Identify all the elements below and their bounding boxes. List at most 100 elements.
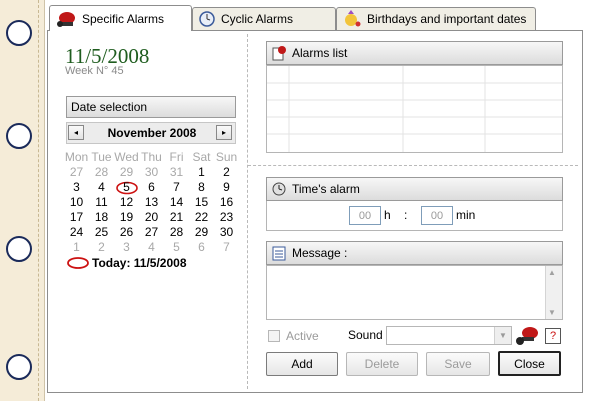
calendar-day[interactable]: 23 <box>214 210 239 224</box>
calendar-day[interactable]: 1 <box>189 165 214 179</box>
calendar-day[interactable]: 11 <box>89 195 114 209</box>
close-button[interactable]: Close <box>498 351 561 376</box>
active-label: Active <box>286 329 319 343</box>
weekday-header: Wed <box>114 150 139 164</box>
week-number: Week N° 45 <box>65 65 124 77</box>
weekday-header: Fri <box>169 150 184 164</box>
calendar-day-selected[interactable]: 5 <box>114 180 139 194</box>
save-button[interactable]: Save <box>426 352 490 376</box>
calendar-day[interactable]: 1 <box>64 240 89 254</box>
hours-input[interactable]: 00 <box>349 206 381 225</box>
calendar-day[interactable]: 4 <box>139 240 164 254</box>
alarms-list-header: Alarms list <box>266 41 563 65</box>
calendar-day[interactable]: 18 <box>89 210 114 224</box>
calendar-day[interactable]: 12 <box>114 195 139 209</box>
message-header: Message : <box>266 241 563 265</box>
calendar-day[interactable]: 9 <box>214 180 239 194</box>
binder-dashed-line <box>38 0 39 401</box>
calendar-day[interactable]: 2 <box>89 240 114 254</box>
binder-ring <box>6 354 32 380</box>
weekday-header: Sun <box>215 150 238 164</box>
times-alarm-header: Time's alarm <box>266 177 563 201</box>
minutes-input[interactable]: 00 <box>421 206 453 225</box>
calendar-day[interactable]: 30 <box>139 165 164 179</box>
calendar-day[interactable]: 3 <box>114 240 139 254</box>
calendar-day[interactable]: 21 <box>164 210 189 224</box>
weekday-header: Thu <box>141 150 162 164</box>
delete-button[interactable]: Delete <box>346 352 418 376</box>
scroll-up-icon[interactable]: ▲ <box>548 268 556 277</box>
calendar-day[interactable]: 29 <box>189 225 214 239</box>
clock-icon <box>199 11 215 27</box>
calendar-day[interactable]: 28 <box>164 225 189 239</box>
tab-birthdays[interactable]: Birthdays and important dates <box>336 7 536 30</box>
today-link[interactable]: Today: 11/5/2008 <box>92 256 187 270</box>
calendar-day[interactable]: 2 <box>214 165 239 179</box>
calendar-day[interactable]: 28 <box>89 165 114 179</box>
scroll-down-icon[interactable]: ▼ <box>548 308 556 317</box>
calendar-day[interactable]: 31 <box>164 165 189 179</box>
message-title: Message : <box>292 246 348 260</box>
tab-cyclic-alarms[interactable]: Cyclic Alarms <box>192 7 336 30</box>
notepad-icon <box>272 246 286 261</box>
alarm-list-icon <box>272 46 286 61</box>
active-checkbox[interactable] <box>268 330 280 342</box>
calendar-day[interactable]: 16 <box>214 195 239 209</box>
chevron-down-icon[interactable]: ▼ <box>494 327 511 344</box>
calendar-day[interactable]: 24 <box>64 225 89 239</box>
calendar-day[interactable]: 30 <box>214 225 239 239</box>
message-textarea[interactable]: ▲ ▼ <box>266 265 563 320</box>
alarms-list-title: Alarms list <box>292 46 348 60</box>
alarms-list-table[interactable] <box>266 65 563 153</box>
add-button[interactable]: Add <box>266 352 338 376</box>
calendar-day[interactable]: 13 <box>139 195 164 209</box>
alarms-list-grid <box>267 66 562 152</box>
message-scrollbar[interactable]: ▲ ▼ <box>545 266 562 319</box>
binder-ring <box>6 236 32 262</box>
weekday-header: Tue <box>91 150 112 164</box>
calendar-day[interactable]: 3 <box>64 180 89 194</box>
binder-ring <box>6 20 32 46</box>
binder-ring <box>6 123 32 149</box>
date-selection-header: Date selection <box>66 96 236 118</box>
calendar-day[interactable]: 26 <box>114 225 139 239</box>
calendar-day[interactable]: 25 <box>89 225 114 239</box>
hours-unit: h <box>384 208 391 222</box>
calendar-day[interactable]: 7 <box>164 180 189 194</box>
minutes-unit: min <box>456 208 476 222</box>
calendar-day[interactable]: 7 <box>214 240 239 254</box>
calendar-day[interactable]: 27 <box>64 165 89 179</box>
tab-specific-alarms[interactable]: Specific Alarms <box>49 5 192 31</box>
clock-icon <box>272 182 286 196</box>
calendar-day[interactable]: 22 <box>189 210 214 224</box>
next-month-button[interactable]: ▸ <box>216 125 232 140</box>
calendar-day[interactable]: 6 <box>189 240 214 254</box>
calendar-day[interactable]: 15 <box>189 195 214 209</box>
weekday-header: Sat <box>192 150 211 164</box>
calendar-day[interactable]: 27 <box>139 225 164 239</box>
times-alarm-box <box>266 201 563 231</box>
calendar-day[interactable]: 14 <box>164 195 189 209</box>
tab-label: Birthdays and important dates <box>367 12 527 26</box>
today-marker-icon <box>67 257 89 269</box>
calendar-day[interactable]: 10 <box>64 195 89 209</box>
calendar-day[interactable]: 5 <box>164 240 189 254</box>
sound-select[interactable]: ▼ <box>386 326 512 345</box>
help-button[interactable]: ? <box>545 328 561 344</box>
time-separator: : <box>404 208 408 222</box>
calendar-day[interactable]: 8 <box>189 180 214 194</box>
calendar-day[interactable]: 19 <box>114 210 139 224</box>
prev-month-button[interactable]: ◂ <box>68 125 84 140</box>
times-alarm-title: Time's alarm <box>292 182 360 196</box>
calendar-day[interactable]: 29 <box>114 165 139 179</box>
calendar-grid: Mon Tue Wed Thu Fri Sat Sun 27 28 29 30 31 1 2 3 4 5 6 7 8 9… <box>64 150 240 254</box>
calendar-day[interactable]: 17 <box>64 210 89 224</box>
calendar-day[interactable]: 20 <box>139 210 164 224</box>
calendar-day[interactable]: 4 <box>89 180 114 194</box>
tab-label: Cyclic Alarms <box>221 12 294 26</box>
calendar-day[interactable]: 6 <box>139 180 164 194</box>
sound-alarm-icon[interactable] <box>514 324 540 348</box>
birthday-icon <box>345 10 361 27</box>
tab-label: Specific Alarms <box>82 11 165 26</box>
binder-strip <box>0 0 45 401</box>
